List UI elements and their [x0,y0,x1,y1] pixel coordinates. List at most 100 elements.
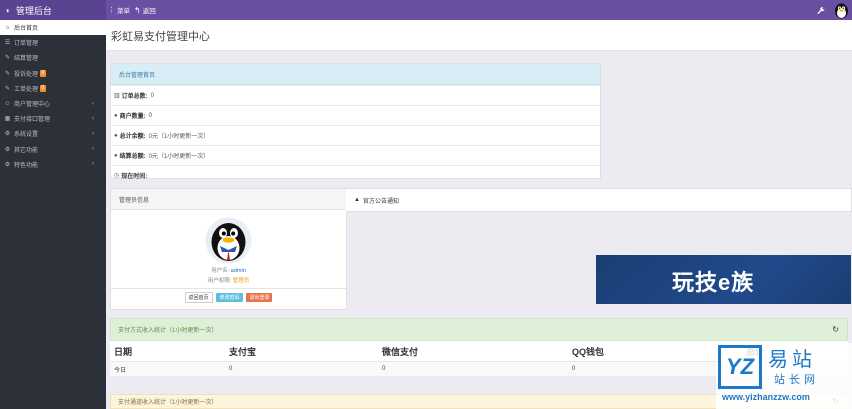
cell-date: 今日 [114,367,127,374]
chevron-left-icon: ‹ [92,100,94,107]
admin-actions: 返回首页 修改密码 退出登录 [111,288,346,303]
back-home-button[interactable]: 返回首页 [184,292,213,303]
stat-value: 0元（1小时更新一次） [148,154,210,160]
penguin-avatar-icon[interactable] [834,0,849,20]
watermark-logo: YZ [718,345,762,389]
admin-panel-title: 管理员信息 [111,189,346,210]
stat-row: ● 结算总额: 0元（1小时更新一次） [111,145,600,165]
stat-row: ● 商户数量: 0 [111,105,600,125]
admin-role-line: 用户权限: 管理员 [111,276,346,284]
sidebar-item-label: 投诉处理 [14,71,39,78]
role-label: 用户权限: [207,278,232,284]
sidebar-item[interactable]: ✎ 投诉处理 0 [0,66,106,81]
edit-icon: ✎ [4,55,11,62]
warning-icon: ▲ [354,197,360,203]
brand[interactable]: ◐ 管理后台 [0,0,106,20]
sidebar-item[interactable]: ☺ 商户管理中心 ‹ [0,96,106,111]
cell-wechat: 0 [382,366,386,372]
sidebar-item-label: 支付接口管理 [14,117,51,124]
menu-label: 菜单 [117,8,130,15]
stat-label: 结算总额: [119,154,146,160]
stat-label: 总计余额: [119,134,146,140]
chevron-left-icon: ‹ [92,115,94,122]
drop-icon: ● [114,152,118,159]
sidebar: ⌂ 后台首页 ☰ 订单管理 ✎ 结算管理 ✎ 投诉处理 0 ✎ 工单处理 0 ☺ 商户管理中心 ‹ ▦ 支付接口… [0,20,106,409]
dashboard-icon: ◐ [6,5,11,15]
drop-icon: ● [114,132,118,139]
admin-avatar [205,217,252,264]
drop-icon: ● [114,112,118,119]
sidebar-item[interactable]: ⌂ 后台首页 [0,20,106,36]
refresh-icon[interactable]: ↻ [832,325,839,334]
col-alipay: 支付宝 [229,346,257,357]
edit-icon: ✎ [4,85,11,92]
pay-stats-header: 支付方式收入统计（1小时更新一次） ↻ [110,318,848,341]
banner-image[interactable]: 玩技e族 [596,255,851,304]
stat-value: 0 [150,92,155,99]
notice-panel: ▲ 官方公告通知 [346,188,852,212]
menu-icon: ⋮ [108,7,115,14]
back-link[interactable]: ↰ 返回 [134,0,156,20]
col-date: 日期 [114,346,133,357]
watermark-url: www.yizhanzzw.com [722,392,810,402]
pay-stats-title: 支付方式收入统计（1小时更新一次） [118,328,218,334]
gear-icon: ⚙ [4,131,11,138]
chevron-left-icon: ‹ [92,161,94,168]
sidebar-item[interactable]: ☰ 订单管理 [0,35,106,50]
sidebar-item-label: 其它功能 [14,147,39,154]
sidebar-item[interactable]: ▦ 支付接口管理 ‹ [0,111,106,126]
count-badge: 0 [40,69,46,77]
role-value: 管理员 [232,278,250,284]
channel-stats-title: 支付通道收入统计（1小时更新一次） [118,400,218,406]
page-header: 彩虹易支付管理中心 [106,20,852,51]
watermark-sub: 站长网 [774,374,819,386]
home-icon: ⌂ [5,24,10,31]
sidebar-item[interactable]: ⚙ 系统设置 ‹ [0,126,106,141]
sidebar-item[interactable]: ✎ 结算管理 [0,50,106,65]
sidebar-item[interactable]: ⚙ 特色功能 ‹ [0,157,106,172]
sidebar-item[interactable]: ✎ 工单处理 0 [0,81,106,96]
admin-panel: 管理员信息 用户名: admin 用户权限: 管理员 返回首页 修改密码 退出登… [110,188,347,310]
back-icon: ↰ [134,5,141,15]
edit-icon: ✎ [4,70,11,77]
stat-row: ▥ 订单总数: 0 [111,85,600,105]
sidebar-item-label: 商户管理中心 [14,102,51,109]
watermark: YZ 易站 站长网 www.yizhanzzw.com [716,343,852,409]
brand-title: 管理后台 [15,5,52,16]
bar-chart-icon: ▥ [114,93,120,99]
grid-icon: ▦ [4,116,11,123]
overview-stats: ▥ 订单总数: 0 ● 商户数量: 0 ● 总计余额: 0元（1小时更新一次） ● 结算总额: 0元（… [111,85,600,185]
gears-icon: ⚙ [4,161,11,168]
clock-icon: ◷ [114,173,120,179]
sidebar-item-label: 特色功能 [14,162,39,169]
sidebar-item-label: 后台首页 [14,26,39,33]
stat-label: 商户数量: [119,114,146,120]
stat-value: 0 [148,112,152,119]
page-title: 彩虹易支付管理中心 [111,31,210,43]
admin-body: 用户名: admin 用户权限: 管理员 返回首页 修改密码 退出登录 [111,217,346,303]
chevron-left-icon: ‹ [92,146,94,153]
notice-title: 官方公告通知 [362,198,399,205]
admin-username-line: 用户名: admin [111,266,346,274]
cell-alipay: 0 [229,366,233,372]
notice-panel-title: ▲ 官方公告通知 [346,189,851,211]
watermark-brand: 易站 [768,349,816,371]
stat-label: 订单总数: [121,94,148,100]
chevron-left-icon: ‹ [92,130,94,137]
sidebar-item[interactable]: ⚙ 其它功能 ‹ [0,142,106,157]
back-label: 返回 [142,8,156,15]
wrench-icon[interactable] [816,0,825,20]
menu-toggle[interactable]: ⋮ 菜单 [108,0,130,20]
stat-value: 0元（1小时更新一次） [148,134,210,140]
logout-button[interactable]: 退出登录 [246,293,273,302]
overview-panel-title: 后台管理首页 [111,64,600,85]
gears-icon: ⚙ [4,146,11,153]
username-label: 用户名: [211,268,230,274]
change-password-button[interactable]: 修改密码 [216,293,243,302]
stat-label: 现在时间: [121,174,148,180]
sidebar-item-label: 订单管理 [14,41,39,48]
col-wechat: 微信支付 [382,346,419,357]
stat-row: ● 总计余额: 0元（1小时更新一次） [111,125,600,145]
sidebar-item-label: 结算管理 [14,56,39,63]
user-icon: ☺ [4,100,11,107]
